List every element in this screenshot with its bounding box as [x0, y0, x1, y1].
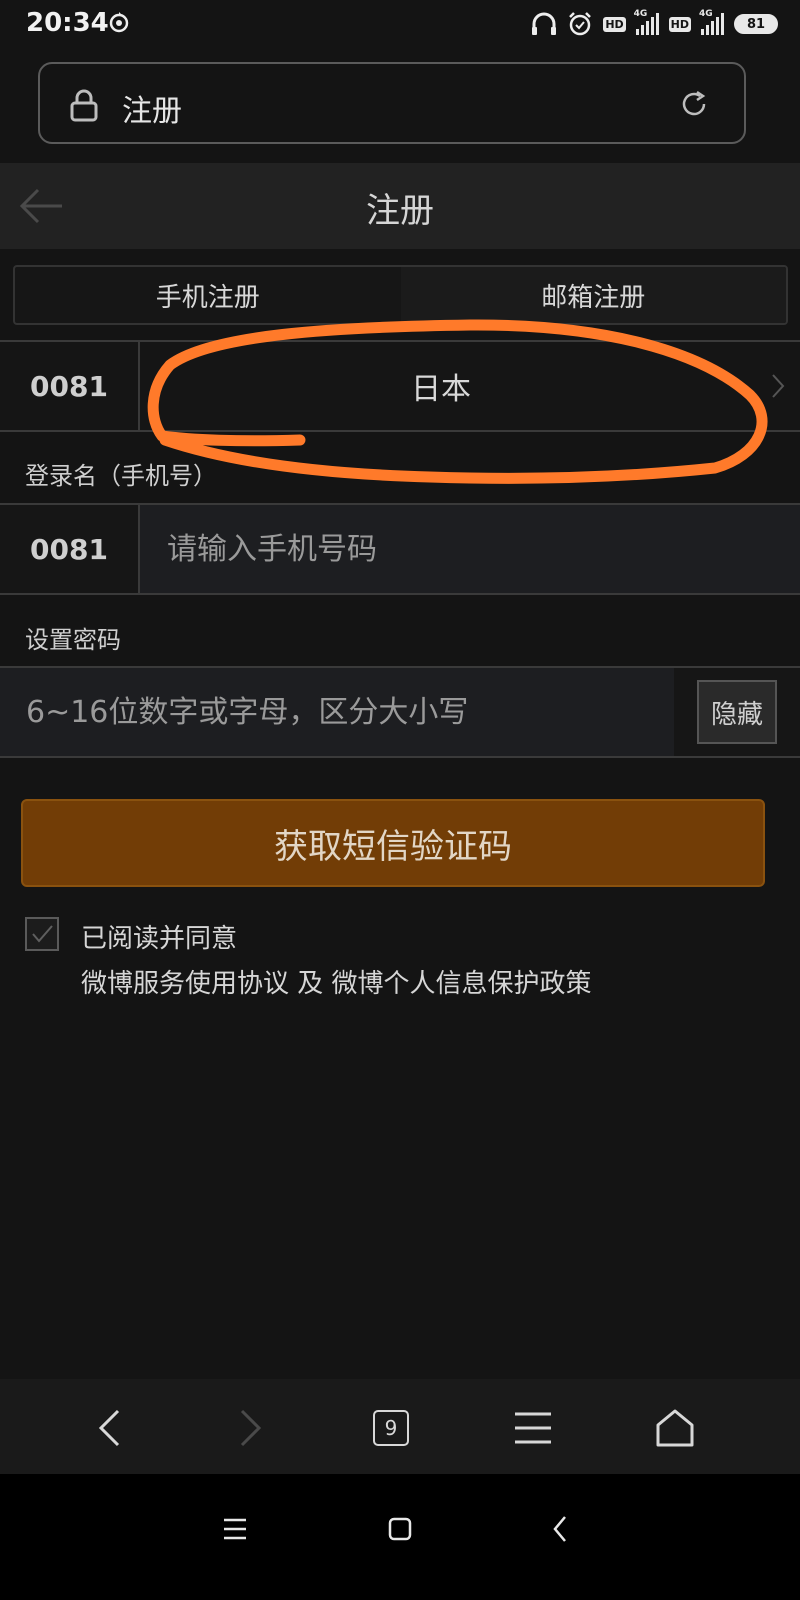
signal-icon-2: 4G	[699, 9, 724, 35]
sync-icon	[109, 12, 129, 33]
country-name: 日本	[411, 372, 471, 407]
password-row: 隐藏	[0, 666, 800, 758]
system-navigation-bar	[0, 1474, 800, 1600]
lock-icon	[70, 89, 98, 122]
chevron-right-icon	[772, 374, 785, 398]
chevron-left-icon	[553, 1516, 566, 1542]
browser-toolbar: 9	[0, 1379, 800, 1474]
browser-forward-button[interactable]	[226, 1403, 276, 1453]
phone-country-code: 0081	[0, 505, 140, 593]
agreement-links[interactable]: 微博服务使用协议 及 微博个人信息保护政策	[81, 963, 592, 1000]
reload-icon[interactable]	[678, 88, 710, 120]
hd-badge: HD	[603, 16, 626, 32]
page-title: 注册	[366, 191, 434, 231]
phone-input[interactable]	[165, 505, 780, 593]
system-menu-button[interactable]	[210, 1504, 260, 1554]
square-icon	[388, 1517, 412, 1541]
status-bar: 20:34 HD 4G HD 4G 81	[0, 0, 800, 52]
agree-checkbox[interactable]	[25, 917, 59, 951]
tab-email-register[interactable]: 邮箱注册	[400, 267, 786, 323]
menu-icon	[224, 1518, 246, 1540]
address-bar[interactable]: 注册	[38, 62, 746, 144]
system-home-button[interactable]	[375, 1504, 425, 1554]
login-name-label: 登录名（手机号）	[25, 462, 217, 490]
hd-badge-2: HD	[668, 16, 691, 32]
signal-icon: 4G	[634, 9, 659, 35]
password-label: 设置密码	[25, 626, 121, 654]
password-input[interactable]	[24, 668, 670, 756]
alarm-icon	[569, 12, 592, 36]
menu-icon	[515, 1412, 551, 1444]
tab-phone-register[interactable]: 手机注册	[15, 267, 401, 323]
system-back-button[interactable]	[535, 1504, 585, 1554]
menu-button[interactable]	[508, 1403, 558, 1453]
tabs-button[interactable]: 9	[366, 1403, 416, 1453]
get-sms-code-button[interactable]: 获取短信验证码	[21, 799, 765, 887]
chevron-left-icon	[98, 1409, 120, 1447]
address-title: 注册	[122, 94, 182, 129]
page-header: 注册	[0, 163, 800, 249]
home-icon	[656, 1409, 694, 1447]
tab-count-icon: 9	[373, 1410, 409, 1446]
chevron-right-icon	[240, 1409, 262, 1447]
battery-indicator: 81	[734, 14, 778, 34]
agreement-text: 已阅读并同意	[81, 924, 238, 954]
register-tabs: 手机注册 邮箱注册	[13, 265, 788, 325]
home-button[interactable]	[650, 1403, 700, 1453]
browser-back-button[interactable]	[84, 1403, 134, 1453]
check-icon	[32, 925, 53, 943]
password-toggle-container: 隐藏	[674, 668, 800, 756]
country-code: 0081	[0, 342, 140, 430]
country-selector[interactable]: 0081 日本	[0, 340, 800, 432]
clock: 20:34	[26, 8, 109, 38]
phone-row: 0081	[0, 503, 800, 595]
headphones-icon	[532, 12, 557, 35]
hide-password-button[interactable]: 隐藏	[697, 680, 777, 744]
